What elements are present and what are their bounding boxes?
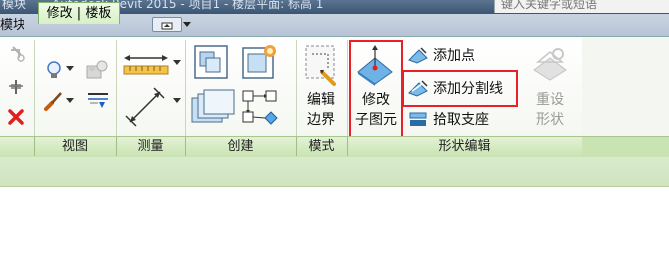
create-group-icon[interactable] [240, 42, 282, 82]
add-point-icon[interactable] [407, 46, 429, 64]
chevron-down-icon[interactable] [66, 98, 74, 104]
light-bulb-icon[interactable] [44, 60, 64, 80]
reset-shape-label-line1: 重设 [536, 92, 564, 108]
modify-subelements-label-line2: 子图元 [355, 112, 397, 128]
measure-icon[interactable] [122, 50, 170, 80]
panel-label-shape-edit[interactable]: 形状编辑 [347, 137, 582, 156]
modify-subelements-label-line1: 修改 [362, 92, 390, 108]
chevron-down-icon[interactable] [182, 20, 192, 28]
modules-tab-label[interactable]: 模块 [2, 0, 26, 12]
reset-shape-icon[interactable] [530, 44, 570, 84]
panel-label-mode[interactable]: 模式 [296, 137, 347, 156]
modify-subelements-button[interactable]: 修改 子图元 [351, 90, 401, 130]
add-split-line-button[interactable]: 添加分割线 [433, 78, 503, 98]
panel-toggle-button[interactable] [152, 17, 182, 32]
delete-icon[interactable] [7, 108, 25, 126]
pin-icon[interactable] [7, 78, 27, 96]
modify-subelements-icon[interactable] [354, 44, 396, 86]
pick-supports-button[interactable]: 拾取支座 [433, 109, 489, 129]
thin-lines-icon[interactable] [86, 90, 110, 112]
panel-label-bar-end [582, 136, 669, 157]
unjoin-icon[interactable] [7, 44, 27, 64]
tab-modify-floor[interactable]: 修改 | 楼板 [38, 2, 120, 24]
tab-modules-partial[interactable]: 模块 [0, 17, 24, 35]
chevron-down-icon[interactable] [173, 60, 181, 66]
edit-boundary-button[interactable]: 编辑 边界 [296, 90, 346, 130]
drawing-area[interactable] [0, 187, 669, 266]
help-search-placeholder: 键入关键字或短语 [501, 0, 598, 11]
create-similar-icon[interactable] [190, 88, 238, 130]
chevron-down-icon[interactable] [173, 98, 181, 104]
edit-boundary-label-line2: 边界 [307, 112, 335, 128]
panel-label-measure[interactable]: 测量 [116, 137, 185, 156]
reset-shape-label-line2: 形状 [536, 112, 564, 128]
create-assembly-icon[interactable] [240, 88, 282, 128]
paint-brush-icon[interactable] [43, 90, 65, 112]
edit-boundary-icon[interactable] [300, 42, 340, 88]
panel-label-view[interactable]: 视图 [34, 137, 116, 156]
edit-boundary-label-line1: 编辑 [307, 92, 335, 108]
dimension-icon[interactable] [122, 86, 170, 128]
pick-supports-icon[interactable] [407, 110, 429, 128]
panel-toggle-icon [161, 22, 173, 30]
create-component-icon[interactable] [192, 43, 230, 81]
visibility-settings-icon[interactable] [84, 58, 110, 82]
panel-label-create[interactable]: 创建 [185, 137, 296, 156]
help-search-box[interactable]: 键入关键字或短语 [494, 0, 669, 13]
options-bar [0, 157, 669, 187]
add-split-line-icon[interactable] [407, 79, 429, 97]
add-point-button[interactable]: 添加点 [433, 45, 475, 65]
reset-shape-button[interactable]: 重设 形状 [524, 90, 576, 130]
chevron-down-icon[interactable] [66, 66, 74, 72]
